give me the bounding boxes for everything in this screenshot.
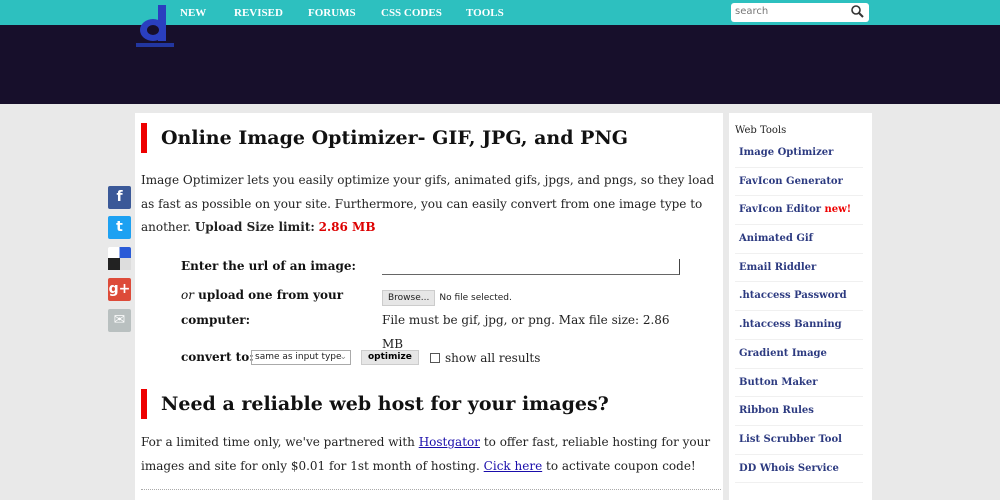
optimize-button[interactable]: optimize [361,350,419,365]
promo-text: For a limited time only, we've partnered… [141,435,711,473]
url-label: Enter the url of an image: [181,259,356,273]
email-share-icon[interactable]: ✉ [108,309,131,332]
file-note: File must be gif, jpg, or png. Max file … [382,313,670,351]
sidebar-item[interactable]: Email Riddler [735,254,863,283]
sidebar-item[interactable]: Animated Gif [735,225,863,254]
nav-css-codes[interactable]: CSS CODES [381,7,466,19]
image-url-input[interactable] [382,259,680,275]
nav-forums[interactable]: FORUMS [308,7,381,19]
sidebar-item[interactable]: FavIcon Generator [735,168,863,197]
browse-button[interactable]: Browse... [382,290,436,306]
upload-size: 2.86 MB [318,220,376,234]
chevron-down-icon: ⌄ [339,352,347,362]
site-logo[interactable] [136,5,174,47]
search-placeholder: search [735,6,769,17]
nav-tools[interactable]: TOOLS [466,7,504,19]
upload-label: or upload one from your [181,288,344,302]
search-input[interactable]: search [731,3,869,22]
sidebar-heading: Web Tools [735,125,787,136]
sidebar-item[interactable]: Button Maker [735,369,863,398]
main-nav: NEW REVISED FORUMS CSS CODES TOOLS [180,7,504,19]
main-content: Online Image Optimizer- GIF, JPG, and PN… [135,113,723,500]
nav-new[interactable]: NEW [180,7,234,19]
page-title: Online Image Optimizer- GIF, JPG, and PN… [141,123,628,153]
sidebar: Web Tools Image Optimizer FavIcon Genera… [729,113,872,500]
hosting-heading: Need a reliable web host for your images… [141,389,609,419]
convert-select[interactable]: same as input type ⌄ [251,350,351,365]
sidebar-item[interactable]: Ribbon Rules [735,397,863,426]
sidebar-item[interactable]: FavIcon Editor new! [735,196,863,226]
facebook-share-icon[interactable]: f [108,186,131,209]
convert-label: convert to: [181,350,254,364]
sidebar-item[interactable]: .htaccess Banning [735,311,863,340]
coupon-link[interactable]: Cick here [484,459,543,473]
nav-revised[interactable]: REVISED [234,7,308,19]
delicious-share-icon[interactable] [108,247,131,270]
new-badge: new! [824,204,852,216]
file-input[interactable]: Browse... No file selected. [382,290,512,306]
divider [141,489,721,490]
sidebar-item[interactable]: .htaccess Password [735,282,863,312]
show-all-results-checkbox[interactable]: show all results [430,351,540,365]
upload-label-cont: computer: [181,313,251,327]
google-plus-share-icon[interactable]: g+ [108,278,131,301]
sidebar-item[interactable]: Image Optimizer [735,139,863,168]
twitter-share-icon[interactable]: t [108,216,131,239]
no-file-text: No file selected. [439,293,512,303]
sidebar-item[interactable]: List Scrubber Tool [735,426,863,455]
checkbox-icon [430,353,440,363]
intro-text: Image Optimizer lets you easily optimize… [141,173,715,234]
sidebar-item[interactable]: DD Whois Service [735,455,863,484]
search-icon[interactable] [851,5,864,21]
hostgator-link[interactable]: Hostgator [419,435,480,449]
sidebar-item[interactable]: Gradient Image [735,340,863,369]
